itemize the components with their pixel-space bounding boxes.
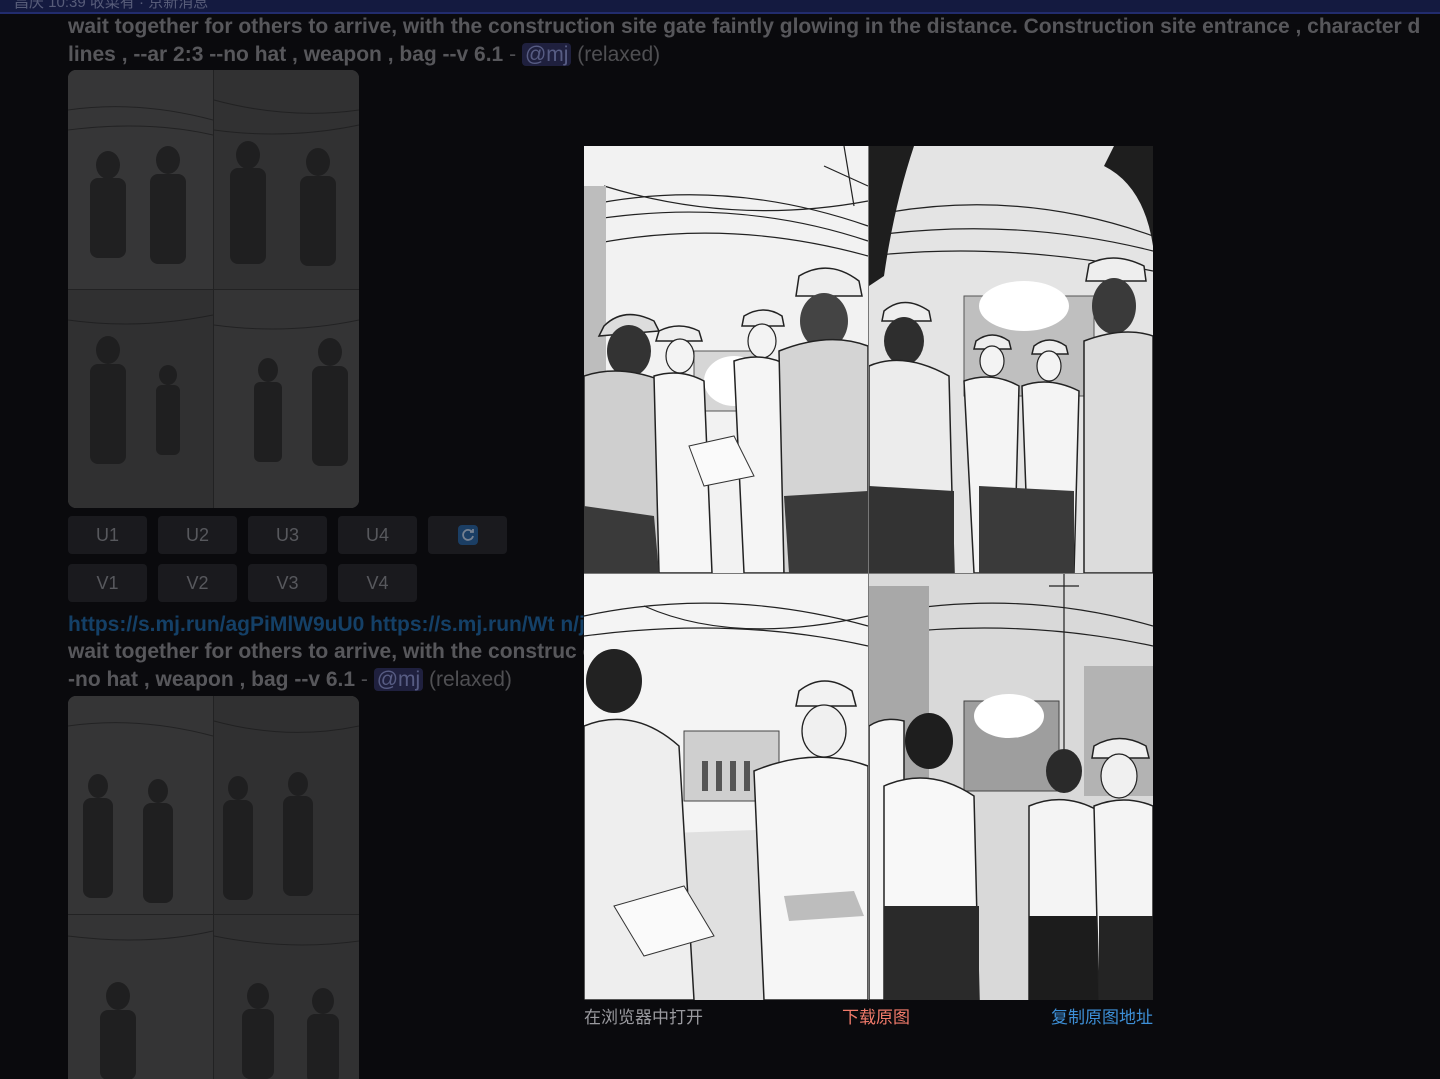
download-original-link[interactable]: 下载原图	[842, 1005, 910, 1031]
chat-window: 昌庆 10:39 收菜有 · 京新消息 wait together for ot…	[0, 0, 1440, 1079]
copy-original-url-link[interactable]: 复制原图地址	[1051, 1005, 1153, 1031]
image-preview[interactable]	[584, 146, 1153, 1000]
open-in-browser-link[interactable]: 在浏览器中打开	[584, 1005, 703, 1031]
preview-action-bar: 在浏览器中打开 下载原图 复制原图地址	[584, 1005, 1153, 1031]
